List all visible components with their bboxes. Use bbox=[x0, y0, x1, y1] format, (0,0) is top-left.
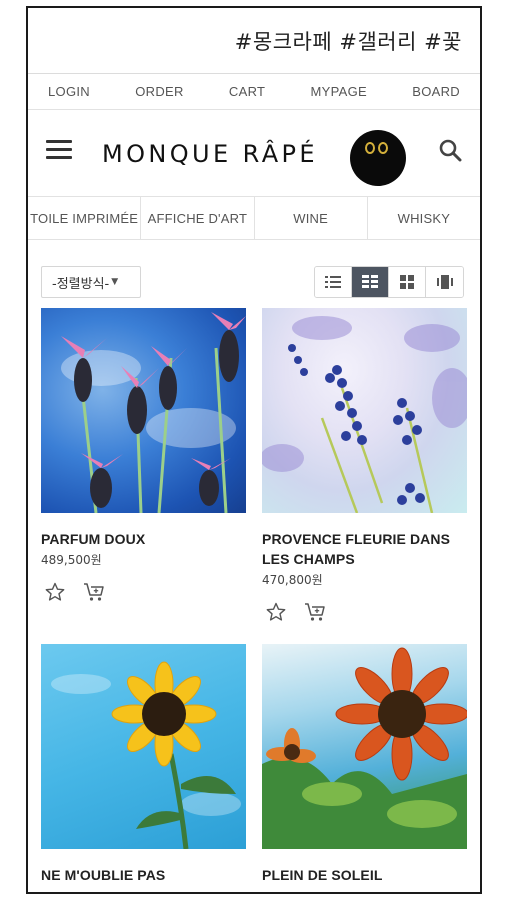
sort-dropdown[interactable]: -정렬방식- ▼ bbox=[41, 266, 141, 298]
site-logo[interactable]: MONQUE RÂPÉ bbox=[102, 140, 318, 168]
owl-logo-icon[interactable] bbox=[350, 130, 406, 186]
product-name[interactable]: PARFUM DOUX bbox=[41, 529, 246, 549]
category-wine[interactable]: WINE bbox=[255, 197, 368, 239]
view-mode-toggle bbox=[314, 266, 464, 298]
wishlist-star-icon[interactable] bbox=[266, 602, 286, 622]
product-name[interactable]: PLEIN DE SOLEIL bbox=[262, 865, 467, 885]
product-card: PROVENCE FLEURIE DANS LES CHAMPS 470,800… bbox=[262, 308, 467, 622]
product-name[interactable]: PROVENCE FLEURIE DANS LES CHAMPS bbox=[262, 529, 467, 569]
add-to-cart-icon[interactable] bbox=[304, 602, 325, 622]
order-link[interactable]: ORDER bbox=[135, 84, 183, 99]
grid-small-icon bbox=[400, 275, 414, 289]
product-card: PARFUM DOUX 489,500원 bbox=[41, 308, 246, 602]
product-name[interactable]: NE M'OUBLIE PAS bbox=[41, 865, 246, 885]
caret-down-icon: ▼ bbox=[111, 277, 119, 287]
product-image[interactable] bbox=[262, 308, 467, 513]
sunflower-artwork bbox=[51, 661, 241, 849]
mypage-link[interactable]: MYPAGE bbox=[311, 84, 367, 99]
grid-small-view-button[interactable] bbox=[389, 267, 426, 297]
list-toolbar: -정렬방식- ▼ bbox=[28, 240, 480, 316]
site-header: MONQUE RÂPÉ bbox=[28, 110, 480, 196]
category-tabs: TOILE IMPRIMÉE AFFICHE D'ART WINE WHISKY bbox=[28, 196, 480, 240]
lavender-artwork bbox=[61, 312, 246, 513]
utility-nav: LOGIN ORDER CART MYPAGE BOARD bbox=[28, 74, 480, 110]
search-icon[interactable] bbox=[438, 138, 462, 162]
product-card: NE M'OUBLIE PAS bbox=[41, 644, 246, 885]
product-card: PLEIN DE SOLEIL bbox=[262, 644, 467, 885]
product-price: 470,800원 bbox=[262, 573, 323, 587]
wishlist-star-icon[interactable] bbox=[45, 582, 65, 602]
category-whisky[interactable]: WHISKY bbox=[368, 197, 480, 239]
product-image[interactable] bbox=[41, 308, 246, 513]
lavender-field-artwork bbox=[262, 316, 467, 513]
cart-link[interactable]: CART bbox=[229, 84, 265, 99]
product-price: 489,500원 bbox=[41, 553, 102, 567]
board-link[interactable]: BOARD bbox=[412, 84, 460, 99]
mobile-frame: #몽크라페 #갤러리 #꽃 LOGIN ORDER CART MYPAGE BO… bbox=[26, 6, 482, 894]
sort-label: -정렬방식- bbox=[52, 276, 110, 292]
list-view-button[interactable] bbox=[315, 267, 352, 297]
hashtag-banner: #몽크라페 #갤러리 #꽃 bbox=[28, 8, 480, 74]
grid-2-view-button[interactable] bbox=[352, 267, 389, 297]
gallery-view-button[interactable] bbox=[426, 267, 463, 297]
product-image[interactable] bbox=[41, 644, 246, 849]
category-affiche-dart[interactable]: AFFICHE D'ART bbox=[141, 197, 255, 239]
list-view-icon bbox=[325, 276, 341, 288]
hamburger-menu-icon[interactable] bbox=[46, 140, 72, 160]
product-image[interactable] bbox=[262, 644, 467, 849]
sunflowers-artwork bbox=[262, 647, 467, 849]
login-link[interactable]: LOGIN bbox=[48, 84, 90, 99]
product-actions bbox=[262, 602, 467, 622]
product-actions bbox=[41, 582, 246, 602]
grid-view-icon bbox=[362, 275, 378, 288]
category-toile-imprimee[interactable]: TOILE IMPRIMÉE bbox=[28, 197, 142, 239]
add-to-cart-icon[interactable] bbox=[83, 582, 104, 602]
gallery-view-icon bbox=[436, 275, 453, 289]
